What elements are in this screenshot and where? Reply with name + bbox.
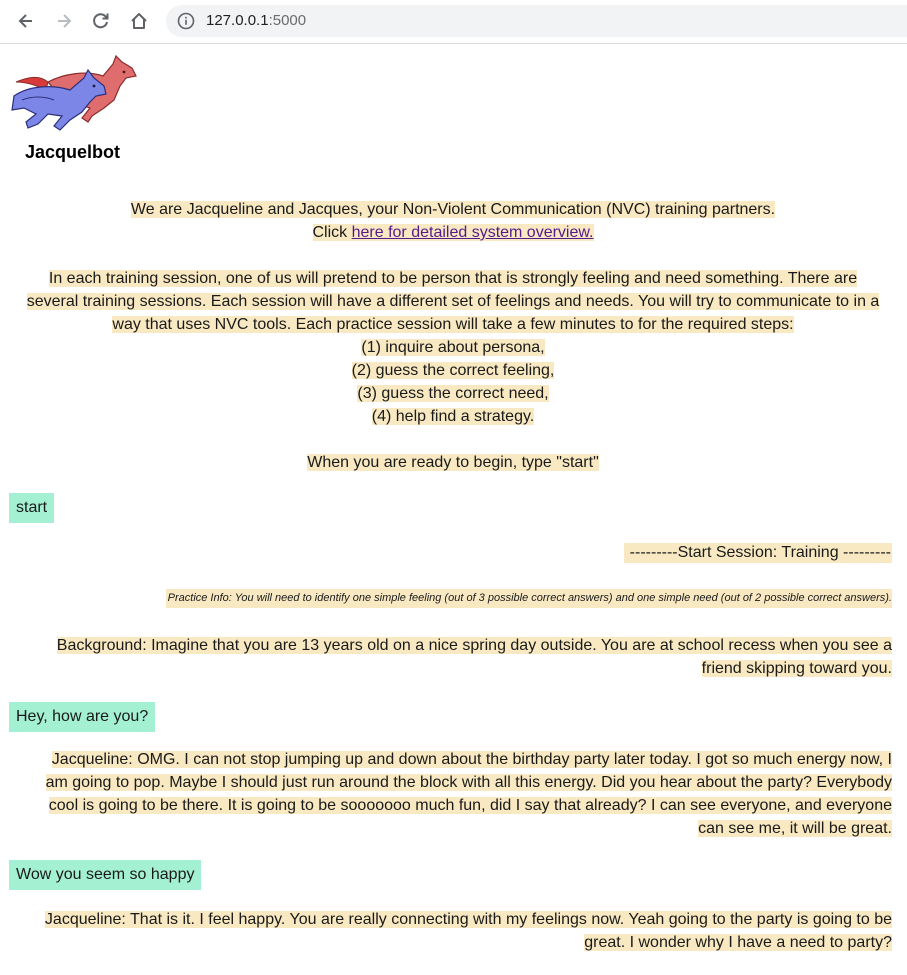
info-icon[interactable] (177, 12, 195, 30)
session-header: ---------Start Session: Training -------… (623, 541, 892, 564)
running-wolves-logo (11, 54, 137, 131)
bot-message-line: friend skipping toward you. (701, 660, 892, 677)
app-title: Jacquelbot (25, 142, 121, 162)
forward-button[interactable] (52, 9, 76, 33)
intro-line: We are Jacqueline and Jacques, your Non-… (130, 201, 776, 218)
click-prefix: Click (312, 224, 352, 241)
bot-message-background: Background: Imagine that you are 13 year… (56, 634, 892, 680)
bot-message-line: cool is going to be there. It is going t… (48, 797, 892, 814)
user-message: start (9, 493, 55, 523)
back-button[interactable] (14, 9, 38, 33)
reload-button[interactable] (89, 9, 113, 33)
bot-message-line: Background: Imagine that you are 13 year… (56, 637, 892, 654)
bot-message-line: can see me, it will be great. (698, 820, 892, 837)
intro-paragraph-line: In each training session, one of us will… (48, 270, 858, 287)
step-item: (2) guess the correct feeling, (351, 362, 555, 379)
url-text[interactable]: 127.0.0.1:5000 (206, 12, 306, 29)
bot-message-line: great. I wonder why I have a need to par… (584, 934, 892, 951)
session-header-text: ---------Start Session: Training -------… (623, 543, 892, 563)
bot-message: Jacqueline: That is it. I feel happy. Yo… (44, 908, 892, 954)
intro-paragraph-line: way that uses NVC tools. Each practice s… (112, 316, 794, 333)
browser-toolbar: 127.0.0.1:5000 (0, 0, 907, 44)
bot-message: Jacqueline: OMG. I can not stop jumping … (45, 748, 892, 840)
bot-message-line: am going to pop. Maybe I should just run… (45, 774, 892, 791)
step-item: (1) inquire about persona, (361, 339, 545, 356)
ready-prompt: When you are ready to begin, type "start… (307, 454, 599, 471)
reload-icon (93, 13, 109, 29)
forward-arrow-icon (58, 14, 72, 28)
practice-info: Practice Info: You will need to identify… (165, 585, 892, 608)
system-overview-link[interactable]: here for detailed system overview. (352, 224, 594, 241)
bot-message-line: Jacqueline: That is it. I feel happy. Yo… (44, 911, 892, 928)
step-item: (3) guess the correct need, (357, 385, 549, 402)
practice-info-text: Practice Info: You will need to identify… (165, 589, 892, 608)
intro-paragraph-line: several training sessions. Each session … (26, 293, 880, 310)
user-message: Wow you seem so happy (9, 860, 202, 890)
user-message: Hey, how are you? (9, 702, 156, 732)
home-button[interactable] (127, 9, 151, 33)
intro-click-line: Click here for detailed system overview. (312, 224, 594, 241)
home-icon (131, 13, 147, 29)
bot-message-line: Jacqueline: OMG. I can not stop jumping … (51, 751, 892, 768)
back-arrow-icon (18, 14, 32, 28)
step-item: (4) help find a strategy. (371, 408, 535, 425)
address-bar[interactable]: 127.0.0.1:5000 (166, 5, 907, 37)
intro-message: We are Jacqueline and Jacques, your Non-… (8, 198, 898, 474)
